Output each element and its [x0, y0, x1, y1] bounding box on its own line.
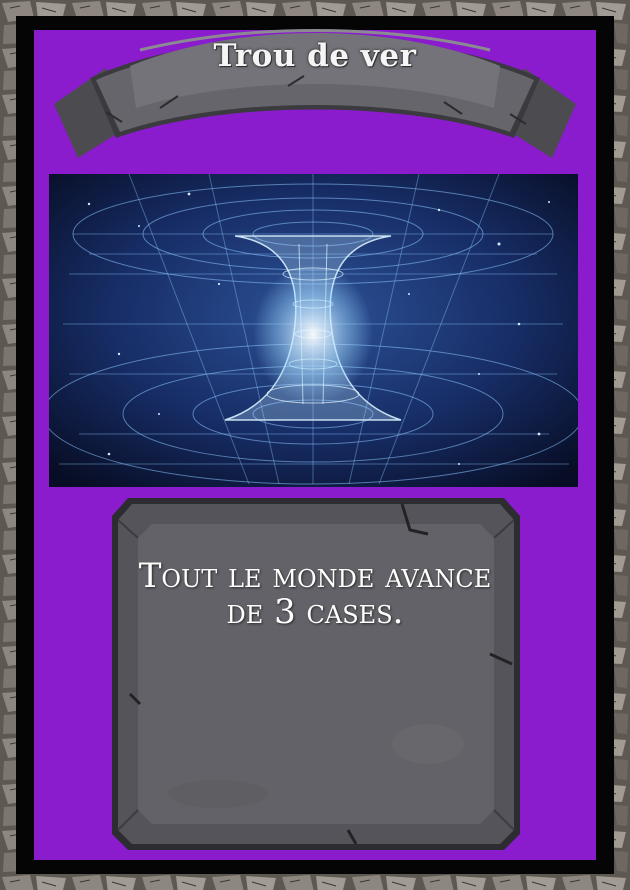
wormhole-illustration: [49, 174, 578, 487]
card-effect-text: Tout le monde avance de 3 cases.: [138, 556, 492, 632]
effect-stone-panel: [112, 498, 520, 850]
card-title: Trou de ver: [213, 38, 417, 74]
